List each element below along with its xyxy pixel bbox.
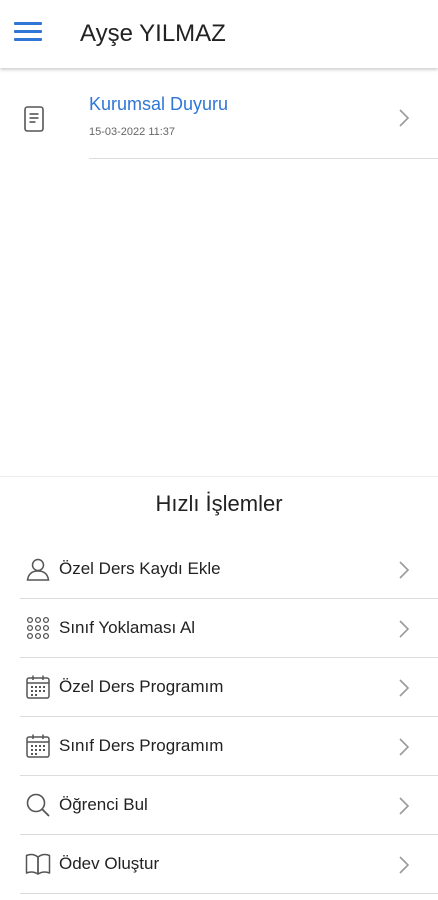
search-icon	[25, 792, 51, 818]
app-header: Ayşe YILMAZ	[0, 0, 438, 68]
announcement-title[interactable]: Kurumsal Duyuru	[89, 94, 228, 115]
chevron-right-icon	[398, 619, 410, 644]
announcement-date: 15-03-2022 11:37	[89, 126, 176, 138]
quick-action-label: Özel Ders Kaydı Ekle	[59, 559, 221, 578]
section-divider	[0, 476, 438, 477]
quick-action-label: Öğrenci Bul	[59, 795, 148, 814]
book-icon	[25, 851, 51, 877]
quick-action-ozel-ders-programim[interactable]: Özel Ders Programım	[20, 658, 438, 717]
quick-action-label: Özel Ders Programım	[59, 677, 224, 696]
quick-actions-title: Hızlı İşlemler	[155, 491, 283, 516]
quick-action-label: Ödev Oluştur	[59, 854, 160, 873]
chevron-right-icon	[398, 737, 410, 762]
document-icon	[23, 106, 45, 137]
quick-actions-list: Özel Ders Kaydı Ekle Sınıf Yoklaması Al	[20, 540, 438, 894]
chevron-right-icon	[398, 108, 410, 133]
divider	[89, 158, 438, 159]
user-icon	[25, 556, 51, 582]
grid-dots-icon	[25, 615, 51, 641]
menu-icon[interactable]	[14, 22, 46, 48]
chevron-right-icon	[398, 855, 410, 880]
quick-action-odev-olustur[interactable]: Ödev Oluştur	[20, 835, 438, 894]
page-title: Ayşe YILMAZ	[80, 20, 226, 47]
chevron-right-icon	[398, 796, 410, 821]
calendar-icon	[25, 674, 51, 700]
quick-action-label: Sınıf Ders Programım	[59, 736, 224, 755]
quick-action-ogrenci-bul[interactable]: Öğrenci Bul	[20, 776, 438, 835]
chevron-right-icon	[398, 560, 410, 585]
quick-action-ozel-ders-kaydi-ekle[interactable]: Özel Ders Kaydı Ekle	[20, 540, 438, 599]
chevron-right-icon	[398, 678, 410, 703]
quick-action-label: Sınıf Yoklaması Al	[59, 618, 196, 637]
quick-action-sinif-ders-programim[interactable]: Sınıf Ders Programım	[20, 717, 438, 776]
quick-action-sinif-yoklamasi-al[interactable]: Sınıf Yoklaması Al	[20, 599, 438, 658]
calendar-icon	[25, 733, 51, 759]
